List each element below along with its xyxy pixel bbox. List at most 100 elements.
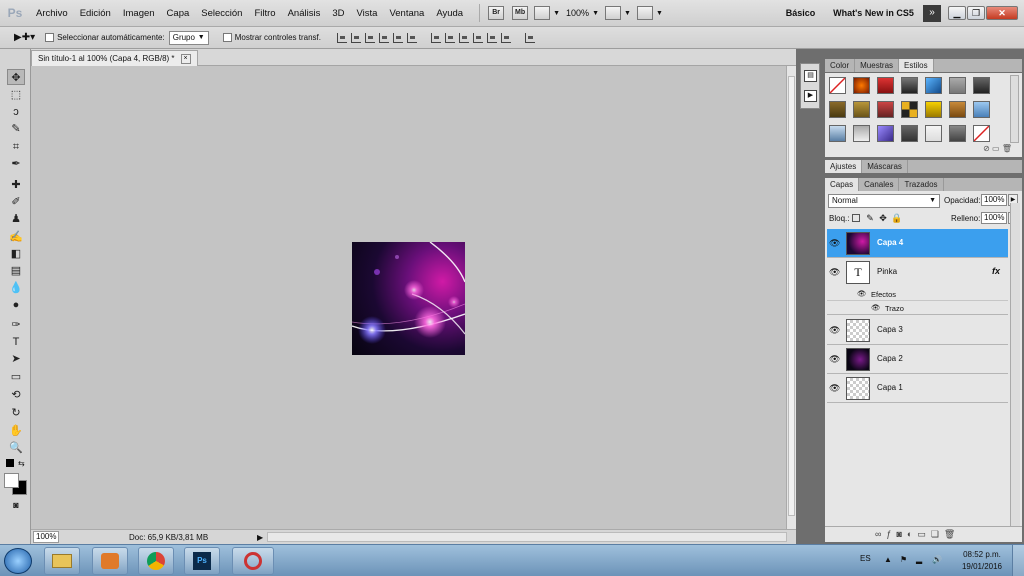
tray-arrow-icon[interactable]: ▲ — [884, 555, 894, 565]
eye-icon[interactable]: 👁 — [871, 303, 881, 312]
menu-capa[interactable]: Capa — [161, 8, 196, 19]
distribute-left-icon[interactable] — [472, 32, 483, 43]
align-top-icon[interactable] — [336, 32, 347, 43]
default-colors-icon[interactable] — [6, 459, 14, 467]
minimize-button[interactable]: ▁ — [948, 6, 966, 20]
show-transform-checkbox[interactable]: Mostrar controles transf. — [222, 33, 321, 42]
lock-transparent-icon[interactable] — [852, 214, 860, 222]
layer-row-capa-3[interactable]: 👁 Capa 3 — [827, 316, 1008, 345]
volume-icon[interactable]: 🔊 — [932, 555, 942, 565]
eye-icon[interactable]: 👁 — [829, 238, 840, 249]
style-swatch[interactable] — [925, 125, 942, 142]
foreground-color-swatch[interactable] — [4, 473, 19, 488]
media-player-taskbar-icon[interactable] — [92, 547, 128, 575]
style-swatch[interactable] — [853, 125, 870, 142]
style-swatch[interactable] — [829, 101, 846, 118]
dodge-tool-icon[interactable]: ● — [7, 297, 25, 313]
menu-archivo[interactable]: Archivo — [30, 8, 74, 19]
bridge-button[interactable]: Br — [488, 6, 505, 20]
layers-scrollbar[interactable] — [1010, 203, 1020, 531]
document-artwork[interactable] — [352, 242, 465, 355]
distribute-right-icon[interactable] — [500, 32, 511, 43]
restore-button[interactable]: ❐ — [967, 6, 985, 20]
eye-icon[interactable]: 👁 — [829, 383, 840, 394]
tab-color[interactable]: Color — [825, 59, 856, 72]
fill-field[interactable]: 100% — [981, 212, 1007, 224]
style-swatch[interactable] — [829, 77, 846, 94]
hand-tool-icon[interactable]: ✋ — [7, 423, 25, 439]
canvas-area[interactable] — [31, 66, 786, 529]
style-swatch[interactable] — [829, 125, 846, 142]
stroke-effect-row[interactable]: 👁 Trazo — [827, 301, 1008, 315]
distribute-bottom-icon[interactable] — [458, 32, 469, 43]
clock-date[interactable]: 19/01/2016 — [957, 562, 1007, 571]
style-swatch[interactable] — [949, 77, 966, 94]
arrange-documents-dropdown[interactable]: ▼ — [605, 6, 631, 20]
style-swatch[interactable] — [925, 77, 942, 94]
workspace-basic-button[interactable]: Básico — [777, 0, 824, 27]
tab-channels[interactable]: Canales — [859, 178, 900, 191]
menu-3d[interactable]: 3D — [326, 8, 350, 19]
move-tool-preset-icon[interactable]: ▶✚▾ — [14, 32, 35, 43]
link-layers-icon[interactable]: ∞ — [875, 529, 886, 539]
zoom-dropdown[interactable]: 100% ▼ — [566, 8, 599, 18]
distribute-vcenter-icon[interactable] — [444, 32, 455, 43]
more-workspaces-icon[interactable]: » — [923, 5, 941, 22]
close-window-button[interactable]: ✕ — [986, 6, 1018, 20]
eyedropper-tool-icon[interactable]: ✒ — [7, 156, 25, 172]
menu-imagen[interactable]: Imagen — [117, 8, 161, 19]
canvas-vertical-scrollbar[interactable] — [786, 66, 796, 529]
distribute-top-icon[interactable] — [430, 32, 441, 43]
style-swatch[interactable] — [925, 101, 942, 118]
app-taskbar-icon[interactable] — [232, 547, 274, 575]
align-left-icon[interactable] — [378, 32, 389, 43]
style-swatch[interactable] — [949, 125, 966, 142]
layer-row-capa-1[interactable]: 👁 Capa 1 — [827, 374, 1008, 403]
align-right-icon[interactable] — [406, 32, 417, 43]
network-icon[interactable]: ▂ — [916, 555, 926, 565]
menu-vista[interactable]: Vista — [351, 8, 384, 19]
tab-masks[interactable]: Máscaras — [862, 160, 908, 173]
quick-mask-icon[interactable]: ◙ — [7, 497, 25, 513]
eye-icon[interactable]: 👁 — [857, 289, 867, 298]
style-swatch[interactable] — [973, 101, 990, 118]
new-layer-icon[interactable]: ❏ — [931, 529, 944, 539]
tab-layers[interactable]: Capas — [825, 178, 860, 191]
eye-icon[interactable]: 👁 — [829, 354, 840, 365]
swap-colors-icon[interactable]: ⇆ — [18, 459, 25, 468]
style-swatch[interactable] — [877, 101, 894, 118]
pen-tool-icon[interactable]: ✑ — [7, 317, 25, 333]
style-swatch[interactable] — [877, 77, 894, 94]
style-swatch[interactable] — [853, 101, 870, 118]
distribute-hcenter-icon[interactable] — [486, 32, 497, 43]
style-swatch[interactable] — [973, 77, 990, 94]
chrome-taskbar-icon[interactable] — [138, 547, 174, 575]
layer-effects-icon[interactable]: fx — [992, 266, 1000, 276]
history-panel-icon[interactable]: ▤ — [804, 70, 817, 82]
zoom-field[interactable]: 100% — [33, 531, 59, 543]
auto-select-checkbox[interactable]: Seleccionar automáticamente: — [45, 33, 165, 42]
close-icon[interactable]: × — [180, 53, 191, 64]
status-menu-arrow-icon[interactable]: ▶ — [257, 533, 263, 542]
type-tool-icon[interactable]: T — [7, 334, 25, 350]
scrollbar-thumb[interactable] — [788, 76, 795, 516]
clock-time[interactable]: 08:52 p.m. — [957, 550, 1007, 559]
add-style-icon[interactable]: ƒ — [886, 529, 896, 539]
adjustment-layer-icon[interactable]: ◐ — [907, 529, 917, 539]
history-brush-tool-icon[interactable]: ✍ — [7, 229, 25, 245]
style-swatch[interactable] — [901, 77, 918, 94]
start-button[interactable] — [4, 548, 32, 574]
clone-stamp-tool-icon[interactable]: ♟ — [7, 211, 25, 227]
zoom-tool-icon[interactable]: 🔍 — [7, 440, 25, 456]
opacity-field[interactable]: 100% — [981, 194, 1007, 206]
mini-bridge-button[interactable]: Mb — [512, 6, 529, 20]
style-swatch[interactable] — [853, 77, 870, 94]
style-swatch[interactable] — [901, 101, 918, 118]
delete-layer-icon[interactable]: 🗑 — [944, 529, 960, 539]
styles-footer-icons[interactable]: ⊘ ▭ 🗑 — [983, 144, 1012, 153]
style-swatch[interactable] — [877, 125, 894, 142]
menu-edicion[interactable]: Edición — [74, 8, 117, 19]
menu-filtro[interactable]: Filtro — [248, 8, 281, 19]
menu-ayuda[interactable]: Ayuda — [430, 8, 469, 19]
actions-panel-icon[interactable]: ▶ — [804, 90, 817, 102]
